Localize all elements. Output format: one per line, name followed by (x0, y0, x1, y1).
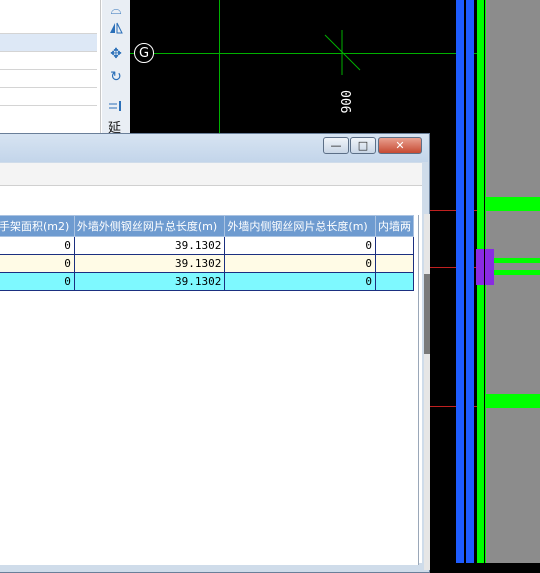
close-button[interactable]: ✕ (378, 137, 422, 154)
table-cell[interactable]: 0 (224, 254, 376, 273)
report-dialog: — □ ✕ 手架面积(m2) 外墙外侧钢丝网片总长度(m) 外墙内侧钢丝网片总长… (0, 133, 430, 573)
property-row[interactable] (0, 52, 97, 70)
property-row[interactable] (0, 88, 97, 106)
minimize-button[interactable]: — (323, 137, 349, 154)
table-row[interactable]: 0 39.1302 0 (0, 254, 415, 273)
table-cell[interactable]: 0 (0, 272, 75, 291)
column-header[interactable]: 外墙外侧钢丝网片总长度(m) (73, 215, 226, 237)
wall-band-green (486, 258, 540, 263)
move-icon[interactable]: ✥ (105, 44, 127, 64)
property-row[interactable] (0, 16, 97, 34)
table-cell[interactable]: 39.1302 (73, 272, 226, 291)
selected-marker[interactable] (476, 249, 494, 285)
column-header[interactable]: 外墙内侧钢丝网片总长度(m) (224, 215, 376, 237)
dialog-titlebar[interactable]: — □ ✕ (0, 134, 428, 162)
table-cell[interactable]: 0 (0, 254, 75, 273)
dialog-client: 手架面积(m2) 外墙外侧钢丝网片总长度(m) 外墙内侧钢丝网片总长度(m) 内… (0, 163, 422, 565)
dimension-text: 006 (337, 90, 352, 114)
table-cell[interactable] (374, 272, 415, 291)
vertical-scrollbar[interactable] (424, 214, 430, 570)
column-header[interactable]: 内墙两 (374, 215, 415, 237)
results-table[interactable]: 手架面积(m2) 外墙外侧钢丝网片总长度(m) 外墙内侧钢丝网片总长度(m) 内… (0, 215, 419, 565)
table-cell[interactable]: 0 (0, 236, 75, 255)
column-header[interactable]: 手架面积(m2) (0, 215, 75, 237)
extend-icon[interactable] (105, 96, 127, 116)
cross-marker (324, 30, 361, 75)
wall-fill (486, 0, 540, 563)
table-cell[interactable]: 0 (224, 236, 376, 255)
wall-band-blue (456, 0, 464, 563)
wall-band-blue (466, 0, 474, 563)
table-row[interactable]: 0 39.1302 0 (0, 236, 415, 255)
scrollbar-thumb[interactable] (424, 274, 430, 354)
table-cell[interactable] (374, 254, 415, 273)
vertical-toolbar: ⌓ ✥ ↻ 延 (101, 0, 131, 136)
table-cell[interactable]: 39.1302 (73, 236, 226, 255)
wall-band-green (486, 270, 540, 275)
wall-band-green (486, 197, 540, 211)
rotate-icon[interactable]: ↻ (105, 67, 127, 87)
wall-band-green (486, 394, 540, 408)
table-cell[interactable] (374, 236, 415, 255)
table-cell[interactable]: 39.1302 (73, 254, 226, 273)
maximize-button[interactable]: □ (350, 137, 376, 154)
table-row-selected[interactable]: 0 39.1302 0 (0, 272, 415, 291)
dialog-toolstrip (0, 163, 422, 186)
mirror-icon[interactable]: ⌓ (105, 0, 127, 20)
property-row-selected[interactable] (0, 34, 97, 52)
property-panel (0, 0, 101, 135)
property-row[interactable] (0, 70, 97, 88)
table-cell[interactable]: 0 (224, 272, 376, 291)
axis-label-bubble: G (134, 43, 154, 63)
mirror-vertical-icon[interactable] (105, 18, 127, 38)
